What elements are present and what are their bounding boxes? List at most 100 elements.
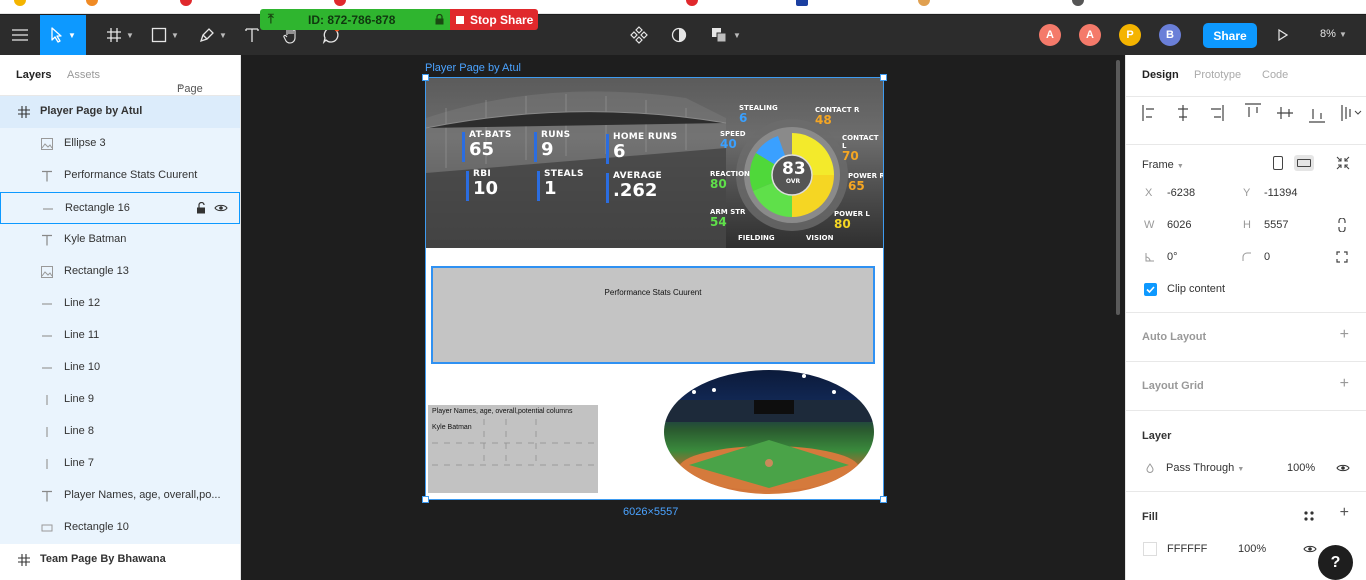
- bookmark-icon[interactable]: [1072, 0, 1084, 6]
- main-menu-button[interactable]: [0, 15, 40, 55]
- avatar[interactable]: P: [1119, 24, 1141, 46]
- rotation-input[interactable]: 0°: [1167, 251, 1178, 263]
- layer-row[interactable]: Line 8: [0, 416, 240, 448]
- bookmark-icon[interactable]: [14, 0, 26, 6]
- blend-mode-dropdown[interactable]: Pass Through ▼: [1166, 462, 1244, 474]
- avatar[interactable]: A: [1039, 24, 1061, 46]
- fill-hex-input[interactable]: FFFFFF: [1167, 543, 1207, 555]
- layer-row[interactable]: Line 10: [0, 352, 240, 384]
- zoom-menu[interactable]: 8% ▼: [1320, 28, 1347, 40]
- fill-opacity-input[interactable]: 100%: [1238, 543, 1266, 555]
- performance-stats-rectangle[interactable]: Performance Stats Cuurent: [431, 266, 875, 364]
- boolean-ops-button[interactable]: ▼: [708, 15, 744, 55]
- tab-design[interactable]: Design: [1142, 69, 1179, 81]
- layer-row[interactable]: Team Page By Bhawana: [0, 544, 240, 576]
- width-input[interactable]: 6026: [1167, 219, 1191, 231]
- avatar[interactable]: A: [1079, 24, 1101, 46]
- line-icon: [41, 298, 53, 310]
- layer-row[interactable]: Player Page by Atul: [0, 96, 240, 128]
- design-canvas[interactable]: Player Page by Atul AT-BATS 65 RUNS 9 HO…: [241, 55, 1125, 580]
- layer-row[interactable]: Line 11: [0, 320, 240, 352]
- layer-row[interactable]: Performance Stats Cuurent: [0, 160, 240, 192]
- performance-stats-label[interactable]: Performance Stats Cuurent: [433, 288, 873, 297]
- alignment-icons[interactable]: [1142, 103, 1362, 123]
- layer-opacity-input[interactable]: 100%: [1287, 462, 1315, 474]
- layer-row[interactable]: Line 7: [0, 448, 240, 480]
- corner-radius-input[interactable]: 0: [1264, 251, 1270, 263]
- table-header-text[interactable]: Player Names, age, overall,potential col…: [432, 408, 572, 415]
- add-fill-icon[interactable]: +: [1340, 504, 1349, 522]
- fill-color-swatch[interactable]: [1143, 542, 1157, 556]
- components-button[interactable]: [627, 15, 651, 55]
- layer-row[interactable]: Ellipse 3: [0, 128, 240, 160]
- stadium-ellipse-image[interactable]: [664, 370, 874, 494]
- layer-row[interactable]: Kyle Batman: [0, 224, 240, 256]
- move-tool-button[interactable]: ▼: [40, 15, 86, 55]
- portrait-icon[interactable]: [1273, 156, 1283, 170]
- layer-row[interactable]: Line 12: [0, 288, 240, 320]
- style-grid-icon[interactable]: [1303, 510, 1315, 522]
- eye-icon[interactable]: [1303, 544, 1317, 554]
- rect-icon: [41, 522, 53, 534]
- stadium-graphic: [664, 374, 874, 490]
- clip-content-checkbox[interactable]: [1144, 283, 1157, 296]
- hamburger-icon: [12, 29, 28, 41]
- layer-row[interactable]: Line 9: [0, 384, 240, 416]
- bookmark-icon[interactable]: [334, 0, 346, 6]
- layer-row[interactable]: Rectangle 10: [0, 512, 240, 544]
- unlock-icon[interactable]: [196, 201, 206, 217]
- tab-prototype[interactable]: Prototype: [1194, 69, 1241, 81]
- bookmark-icon[interactable]: [86, 0, 98, 6]
- present-button[interactable]: [1272, 15, 1294, 55]
- x-input[interactable]: -6238: [1167, 187, 1195, 199]
- resize-handle[interactable]: [880, 496, 887, 503]
- resize-handle[interactable]: [880, 74, 887, 81]
- radar-attribute: CONTACT R 48: [815, 106, 860, 127]
- add-layout-grid-icon[interactable]: +: [1340, 375, 1349, 393]
- constrain-proportions-icon[interactable]: [1337, 218, 1347, 232]
- frame-label: Frame: [1142, 159, 1174, 171]
- tab-assets[interactable]: Assets: [67, 69, 100, 81]
- frame-preset-dropdown[interactable]: Frame ▼: [1142, 159, 1184, 171]
- text-icon: [41, 490, 53, 502]
- pen-tool-button[interactable]: ▼: [193, 15, 233, 55]
- landscape-button[interactable]: [1294, 155, 1314, 171]
- table-player-name[interactable]: Kyle Batman: [432, 424, 472, 431]
- layer-row[interactable]: Rectangle 16: [0, 192, 240, 224]
- layer-row[interactable]: Player Names, age, overall,po...: [0, 480, 240, 512]
- frame-section: Frame ▼ X -6238 Y -11394 W 6026 H 5557 0…: [1126, 144, 1366, 312]
- resize-to-fit-icon[interactable]: [1336, 156, 1350, 170]
- layer-row[interactable]: Rectangle 13: [0, 256, 240, 288]
- share-button[interactable]: Share: [1203, 23, 1257, 48]
- check-icon: [1146, 286, 1155, 294]
- frame-tool-button[interactable]: ▼: [100, 15, 140, 55]
- tab-code[interactable]: Code: [1262, 69, 1288, 81]
- player-page-frame[interactable]: AT-BATS 65 RUNS 9 HOME RUNS 6 RBI 10 STEALS 1…: [425, 77, 884, 500]
- eye-icon[interactable]: [214, 203, 228, 216]
- frame-title[interactable]: Player Page by Atul: [425, 62, 521, 74]
- bookmark-icon[interactable]: [686, 0, 698, 6]
- shape-tool-button[interactable]: ▼: [145, 15, 185, 55]
- tab-layers[interactable]: Layers: [16, 69, 51, 81]
- height-input[interactable]: 5557: [1264, 219, 1288, 231]
- stadium-background-graphic: [426, 91, 848, 248]
- bookmark-icon[interactable]: [180, 0, 192, 6]
- eye-icon[interactable]: [1336, 463, 1350, 473]
- independent-corners-icon[interactable]: [1336, 251, 1348, 263]
- back-arrow-icon[interactable]: ⤒: [268, 11, 274, 27]
- stop-share-button[interactable]: Stop Share: [450, 9, 538, 30]
- add-auto-layout-icon[interactable]: +: [1340, 326, 1349, 344]
- meeting-id-badge[interactable]: ⤒ ID: 872-786-878: [260, 9, 450, 30]
- bookmark-icon[interactable]: [796, 0, 808, 6]
- help-button[interactable]: ?: [1318, 545, 1353, 580]
- resize-handle[interactable]: [422, 74, 429, 81]
- player-table-rectangle[interactable]: Player Names, age, overall,potential col…: [428, 405, 598, 493]
- chevron-down-icon: ▼: [1338, 30, 1347, 39]
- y-input[interactable]: -11394: [1264, 187, 1297, 199]
- player-stats-hero-image[interactable]: AT-BATS 65 RUNS 9 HOME RUNS 6 RBI 10 STEALS 1…: [426, 78, 883, 248]
- canvas-scrollbar[interactable]: [1116, 60, 1120, 315]
- theme-toggle-button[interactable]: [667, 15, 691, 55]
- resize-handle[interactable]: [422, 496, 429, 503]
- avatar[interactable]: B: [1159, 24, 1181, 46]
- bookmark-icon[interactable]: [918, 0, 930, 6]
